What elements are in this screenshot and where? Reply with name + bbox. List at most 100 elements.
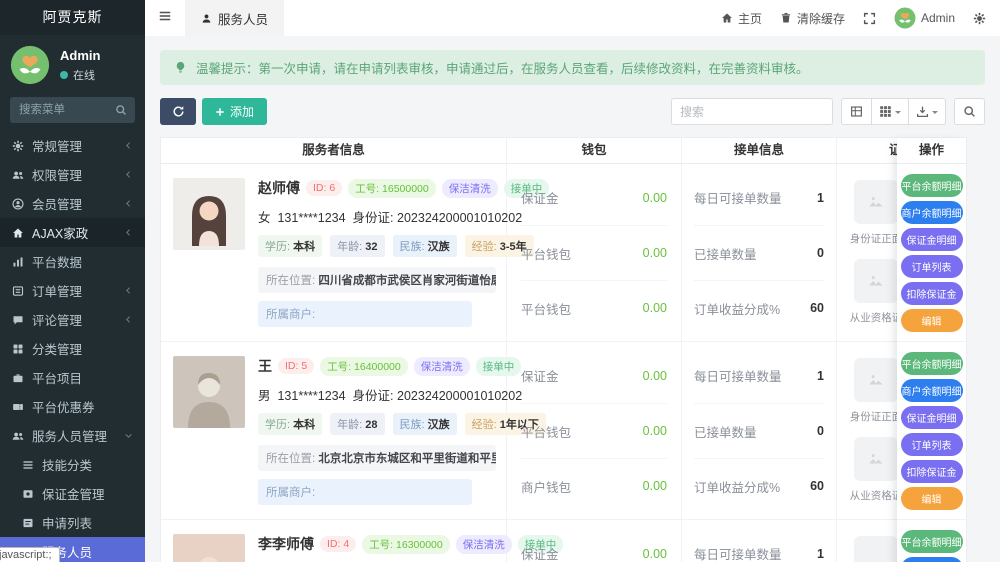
sidebar-item-ajax-housekeeping[interactable]: AJAX家政 (0, 218, 145, 247)
main-area: 服务人员 主页 清除缓存 Admin (145, 0, 1000, 562)
staff-table: 服务者信息 钱包 接单信息 证件 赵师傅 ID: 6 (160, 137, 967, 562)
platform-balance-detail-button[interactable]: 平台余额明细 (901, 352, 963, 375)
id-badge: ID: 5 (278, 358, 314, 374)
clear-cache-button[interactable]: 清除缓存 (780, 10, 845, 27)
ops-group: 平台余额明细 商户余额明细 保证金明细 订单列表 扣除保证金 编辑 (897, 164, 966, 342)
sidebar-item-general[interactable]: 常规管理 (0, 131, 145, 160)
merchant-balance-detail-button[interactable]: 商户余额明细 (901, 557, 963, 562)
add-button-label: 添加 (230, 103, 254, 120)
sidebar-user-name: Admin (60, 48, 100, 63)
topbar-user[interactable]: Admin (894, 7, 955, 29)
home-button[interactable]: 主页 (721, 10, 762, 27)
edit-button[interactable]: 编辑 (901, 309, 963, 332)
sidebar-user-status-label: 在线 (73, 67, 95, 83)
link-status-tooltip: javascript:; (0, 547, 60, 562)
table-row: 赵师傅 ID: 6 工号: 16500000 保洁清洗 接单中 女 131***… (161, 164, 966, 342)
sidebar-item-comment-mgmt[interactable]: 评论管理 (0, 305, 145, 334)
toolbar-right (671, 98, 985, 125)
list-icon (22, 459, 34, 471)
search-submit-button[interactable] (954, 98, 985, 125)
skill-badge: 保洁清洗 (456, 535, 512, 554)
fullscreen-icon[interactable] (863, 12, 876, 25)
settings-gear-icon[interactable] (973, 12, 986, 25)
sidebar-item-skill-category[interactable]: 技能分类 (0, 450, 145, 479)
tab-staff[interactable]: 服务人员 (185, 0, 284, 36)
briefcase-icon (12, 372, 24, 384)
menu-label: 会员管理 (32, 194, 116, 213)
chevron-left-icon (124, 170, 133, 179)
cert-image-placeholder (854, 437, 898, 481)
merchant-balance-detail-button[interactable]: 商户余额明细 (901, 379, 963, 402)
refresh-button[interactable] (160, 98, 196, 125)
table-icon (850, 105, 863, 118)
merchant-balance-detail-button[interactable]: 商户余额明细 (901, 201, 963, 224)
menu-label: 分类管理 (32, 339, 133, 358)
tag-line: 学历: 本科 年龄: 32 民族: 汉族 经验: 3-5年 (258, 235, 496, 257)
phone: 131****1234 (277, 389, 345, 403)
staff-photo[interactable] (173, 178, 245, 250)
online-dot-icon (60, 71, 68, 79)
table-search-input[interactable] (671, 98, 833, 125)
staff-info-cell: 赵师傅 ID: 6 工号: 16500000 保洁清洗 接单中 女 131***… (161, 164, 507, 341)
search-icon (963, 105, 976, 118)
ops-column: 操作 平台余额明细 商户余额明细 保证金明细 订单列表 扣除保证金 编辑 平台余… (897, 138, 966, 562)
menu-label: 权限管理 (32, 165, 116, 184)
trash-icon (780, 12, 792, 24)
columns-button[interactable] (872, 98, 909, 125)
sidebar-item-platform-data[interactable]: 平台数据 (0, 247, 145, 276)
staff-name: 李李师傅 (258, 534, 314, 554)
users-icon (12, 169, 24, 181)
idcard: 202324200001010202 (397, 211, 522, 225)
export-button[interactable] (909, 98, 946, 125)
sidebar-item-category-mgmt[interactable]: 分类管理 (0, 334, 145, 363)
deposit-detail-button[interactable]: 保证金明细 (901, 228, 963, 251)
clear-cache-label: 清除缓存 (797, 10, 845, 27)
chevron-left-icon (124, 141, 133, 150)
menu-label: 评论管理 (32, 310, 116, 329)
wallet-cell: 保证金0.00 平台钱包0.00 商户钱包0.00 (507, 520, 682, 562)
sidebar-menu: 常规管理 权限管理 会员管理 AJAX家政 平台数据 订单管理 (0, 131, 145, 562)
add-button[interactable]: 添加 (202, 98, 267, 125)
order-list-button[interactable]: 订单列表 (901, 433, 963, 456)
ops-group: 平台余额明细 商户余额明细 保证金明细 订单列表 扣除保证金 编辑 (897, 342, 966, 520)
home-icon (721, 12, 733, 24)
sidebar-item-platform-project[interactable]: 平台项目 (0, 363, 145, 392)
home-icon (12, 227, 24, 239)
identity-line: 女 131****1234 身份证: 202324200001010202 (258, 207, 496, 226)
order-list-button[interactable]: 订单列表 (901, 255, 963, 278)
staff-photo[interactable] (173, 534, 245, 562)
orders-cell: 每日可接单数量1 已接单数量0 订单收益分成%60 (682, 164, 837, 341)
money-icon (22, 488, 34, 500)
sidebar-item-apply-list[interactable]: 申请列表 (0, 508, 145, 537)
sidebar-item-order-mgmt[interactable]: 订单管理 (0, 276, 145, 305)
sidebar-item-member[interactable]: 会员管理 (0, 189, 145, 218)
skill-badge: 保洁清洗 (414, 357, 470, 376)
sidebar-item-platform-coupon[interactable]: 平台优惠券 (0, 392, 145, 421)
staff-photo[interactable] (173, 356, 245, 428)
location-bar: 所在位置: 北京北京市东城区和平里街道和平里社区和平之星生活广场 (258, 445, 496, 471)
caret-down-icon (895, 111, 901, 117)
deduct-deposit-button[interactable]: 扣除保证金 (901, 282, 963, 305)
table-row: 李李师傅 ID: 4 工号: 16300000 保洁清洗 接单中 (161, 520, 966, 562)
toggle-view-button[interactable] (841, 98, 872, 125)
deposit-detail-button[interactable]: 保证金明细 (901, 406, 963, 429)
content: 温馨提示：第一次申请，请在申请列表审核，申请通过后，在服务人员查看，后续修改资料… (145, 36, 1000, 562)
home-label: 主页 (738, 10, 762, 27)
comments-icon (12, 314, 24, 326)
deduct-deposit-button[interactable]: 扣除保证金 (901, 460, 963, 483)
worker-no-badge: 工号: 16300000 (362, 535, 450, 554)
sidebar-item-staff-mgmt[interactable]: 服务人员管理 (0, 421, 145, 450)
edit-button[interactable]: 编辑 (901, 487, 963, 510)
tab-label: 服务人员 (218, 9, 268, 28)
hamburger-icon[interactable] (145, 9, 185, 28)
orders-cell: 每日可接单数量1 已接单数量0 订单收益分成%60 (682, 342, 837, 519)
sidebar-item-deposit-mgmt[interactable]: 保证金管理 (0, 479, 145, 508)
header-ops: 操作 (897, 138, 966, 164)
chevron-down-icon (124, 431, 133, 440)
table-header: 服务者信息 钱包 接单信息 证件 (161, 138, 966, 164)
sidebar-user-panel: Admin 在线 (0, 35, 145, 95)
search-icon (115, 104, 127, 116)
platform-balance-detail-button[interactable]: 平台余额明细 (901, 174, 963, 197)
platform-balance-detail-button[interactable]: 平台余额明细 (901, 530, 963, 553)
sidebar-item-auth[interactable]: 权限管理 (0, 160, 145, 189)
